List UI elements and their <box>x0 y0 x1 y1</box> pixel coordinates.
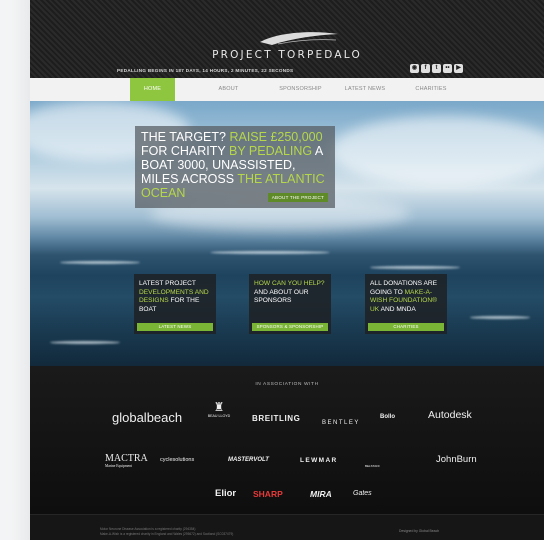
cloud <box>330 116 544 186</box>
association-title: IN ASSOCIATION WITH <box>255 382 319 387</box>
logo-cyclesolutions[interactable]: cyclesolutions <box>160 457 194 463</box>
logo-mira[interactable]: MIRA <box>310 489 332 499</box>
website: PROJECT TORPEDALO PEDALLING BEGINS IN 18… <box>30 0 544 540</box>
logo-elior[interactable]: Elior <box>215 488 236 499</box>
logo-mactra[interactable]: MACTRA Marine Equipment <box>105 453 148 468</box>
target-panel: THE TARGET? RAISE £250,000 FOR CHARITY B… <box>135 126 335 208</box>
wave <box>50 341 120 344</box>
charities-card: ALL DONATIONS ARE GOING TO MAKE-A-WISH F… <box>365 274 447 334</box>
logo-bentley[interactable]: BENTLEY <box>322 420 360 426</box>
logo-belstaff[interactable]: BELSTAFF <box>365 464 380 468</box>
wave <box>370 266 460 269</box>
wave <box>470 316 530 319</box>
about-project-button[interactable]: ABOUT THE PROJECT <box>267 193 328 202</box>
countdown-text: PEDALLING BEGINS IN 187 DAYS, 14 HOURS, … <box>117 68 294 73</box>
nav-latest-news[interactable]: LATEST NEWS <box>336 78 394 101</box>
charities-button[interactable]: CHARITIES <box>368 323 444 331</box>
rss-icon[interactable]: ◉ <box>410 64 419 73</box>
wave <box>210 251 330 254</box>
footer-credit[interactable]: Designed by Global Beach <box>399 529 439 533</box>
card-text: HOW CAN YOU HELP? AND ABOUT OUR SPONSORS <box>254 280 325 304</box>
logo-johnburn[interactable]: JohnBurn <box>436 454 477 465</box>
card-text: ALL DONATIONS ARE GOING TO MAKE-A-WISH F… <box>370 280 438 313</box>
logo-sharp[interactable]: SHARP <box>253 489 283 499</box>
logo-breitling[interactable]: BREITLING <box>252 414 301 423</box>
logo-bollo[interactable]: Bollo <box>380 414 395 420</box>
browser-page: PROJECT TORPEDALO PEDALLING BEGINS IN 18… <box>12 0 544 540</box>
social-links: ◉ f t •• ▶ <box>410 64 463 73</box>
nav-home[interactable]: HOME <box>130 78 175 101</box>
site-footer: Motor Neurone Disease Association is a r… <box>30 514 544 540</box>
facebook-icon[interactable]: f <box>421 64 430 73</box>
logo-lewmar[interactable]: LEWMAR <box>300 457 338 464</box>
card-text: LATEST PROJECT DEVELOPMENTS AND DESIGNS … <box>139 280 209 313</box>
latest-news-button[interactable]: LATEST NEWS <box>137 323 213 331</box>
nav-sponsorship[interactable]: SPONSORSHIP <box>268 78 333 101</box>
hero-banner: THE TARGET? RAISE £250,000 FOR CHARITY B… <box>30 101 544 366</box>
youtube-icon[interactable]: ▶ <box>454 64 463 73</box>
logo-gates[interactable]: Gates <box>353 490 372 497</box>
sponsors-card: HOW CAN YOU HELP? AND ABOUT OUR SPONSORS… <box>249 274 331 334</box>
logo-mastervolt[interactable]: MASTERVOLT <box>228 457 269 463</box>
latest-news-card: LATEST PROJECT DEVELOPMENTS AND DESIGNS … <box>134 274 216 334</box>
logo-globalbeach[interactable]: globalbeach <box>112 410 182 425</box>
site-title[interactable]: PROJECT TORPEDALO <box>30 49 544 61</box>
target-headline: THE TARGET? RAISE £250,000 FOR CHARITY B… <box>141 130 325 200</box>
wave <box>60 261 140 264</box>
site-header: PROJECT TORPEDALO PEDALLING BEGINS IN 18… <box>30 0 544 78</box>
sponsor-logos: IN ASSOCIATION WITH globalbeach ♜ BEAU L… <box>30 366 544 514</box>
nav-charities[interactable]: CHARITIES <box>406 78 456 101</box>
flickr-icon[interactable]: •• <box>443 64 452 73</box>
nav-about[interactable]: ABOUT <box>206 78 251 101</box>
logo-beau-lloyd[interactable]: ♜ BEAU LLOYD <box>204 400 234 430</box>
sponsors-button[interactable]: SPONSORS & SPONSORSHIP <box>252 323 328 331</box>
boat-logo-icon <box>260 32 338 45</box>
footer-legal: Motor Neurone Disease Association is a r… <box>100 527 234 536</box>
main-nav: HOME ABOUT SPONSORSHIP LATEST NEWS CHARI… <box>30 78 544 102</box>
logo-autodesk[interactable]: Autodesk <box>428 409 472 421</box>
crest-icon: ♜ <box>213 400 225 414</box>
twitter-icon[interactable]: t <box>432 64 441 73</box>
